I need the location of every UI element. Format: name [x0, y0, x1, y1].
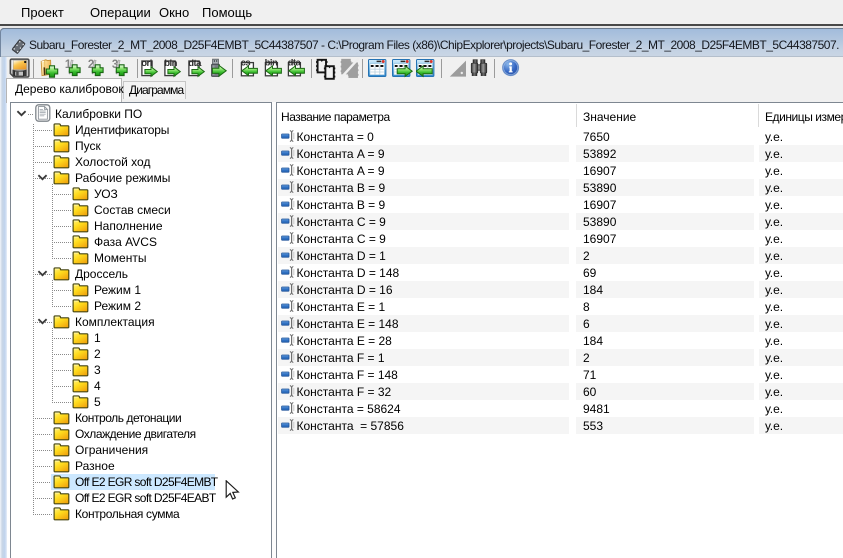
svg-text:dta: dta — [188, 58, 202, 69]
svg-text:ori: ori — [141, 58, 152, 69]
